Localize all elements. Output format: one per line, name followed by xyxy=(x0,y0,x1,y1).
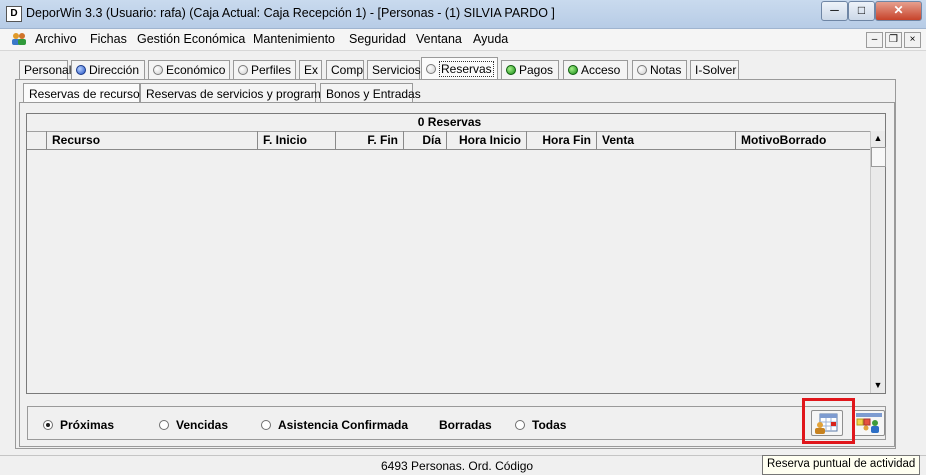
minimize-button[interactable]: ─ xyxy=(821,1,848,21)
column-header-motivo-borrado[interactable]: MotivoBorrado xyxy=(736,131,872,149)
reservations-grid[interactable]: 0 Reservas Recurso F. Inicio F. Fin Día … xyxy=(26,113,886,394)
tab-pagos[interactable]: Pagos xyxy=(501,60,559,79)
column-header-f-inicio[interactable]: F. Inicio xyxy=(258,131,336,149)
scroll-up-icon[interactable]: ▲ xyxy=(871,131,885,146)
scroll-down-icon[interactable]: ▼ xyxy=(871,378,885,393)
menu-mantenimiento[interactable]: Mantenimiento xyxy=(253,32,335,46)
close-icon: ✕ xyxy=(893,3,904,17)
tab-comp[interactable]: Comp xyxy=(326,60,364,79)
tab-acceso[interactable]: Acceso xyxy=(563,60,628,79)
tab-ex[interactable]: Ex xyxy=(299,60,322,79)
menu-fichas[interactable]: Fichas xyxy=(90,32,127,46)
column-header-hora-fin[interactable]: Hora Fin xyxy=(527,131,597,149)
menu-ventana[interactable]: Ventana xyxy=(416,32,462,46)
vertical-scrollbar[interactable]: ▲ ▼ xyxy=(870,131,886,393)
status-dot-icon xyxy=(76,65,86,75)
subtab-bonos-entradas[interactable]: Bonos y Entradas xyxy=(320,83,421,103)
menu-gestion-economica[interactable]: Gestión Económica xyxy=(137,32,245,46)
tooltip: Reserva puntual de actividad xyxy=(762,455,921,475)
radio-icon xyxy=(515,420,525,430)
tab-i-solver[interactable]: I-Solver xyxy=(690,60,739,79)
column-header-recurso[interactable]: Recurso xyxy=(47,131,258,149)
minimize-icon: ─ xyxy=(830,3,839,17)
column-header-f-fin[interactable]: F. Fin xyxy=(336,131,404,149)
status-text: 6493 Personas. Ord. Código xyxy=(381,459,534,473)
title-bar: D DeporWin 3.3 (Usuario: rafa) (Caja Act… xyxy=(0,0,926,29)
radio-todas[interactable]: Todas xyxy=(515,418,566,432)
status-dot-icon xyxy=(153,65,163,75)
menu-bar: Archivo Fichas Gestión Económica Manteni… xyxy=(0,29,926,51)
radio-icon xyxy=(159,420,169,430)
scroll-thumb[interactable] xyxy=(871,147,886,167)
radio-icon xyxy=(261,420,271,430)
mdi-close-button[interactable]: × xyxy=(904,32,921,48)
tab-economico[interactable]: Económico xyxy=(148,60,230,79)
people-icon[interactable] xyxy=(11,32,27,46)
status-dot-icon xyxy=(426,64,436,74)
app-icon[interactable]: D xyxy=(6,6,22,22)
tab-personal[interactable]: Personal xyxy=(19,60,71,79)
status-dot-icon xyxy=(568,65,578,75)
tab-reservas[interactable]: Reservas xyxy=(421,57,498,80)
status-dot-icon xyxy=(637,65,647,75)
filter-group: Próximas Vencidas Asistencia Confirmada … xyxy=(27,406,886,440)
tab-servicios[interactable]: Servicios xyxy=(367,60,421,79)
radio-proximas[interactable]: Próximas xyxy=(43,418,114,432)
column-header-venta[interactable]: Venta xyxy=(597,131,736,149)
subtab-reservas-recursos[interactable]: Reservas de recursos xyxy=(23,83,146,103)
grid-title: 0 Reservas xyxy=(27,114,872,132)
window-title: DeporWin 3.3 (Usuario: rafa) (Caja Actua… xyxy=(26,6,555,20)
mdi-minimize-button[interactable]: – xyxy=(866,32,883,48)
column-header-dia[interactable]: Día xyxy=(404,131,447,149)
subtab-reservas-servicios[interactable]: Reservas de servicios y programas xyxy=(140,83,333,103)
status-dot-icon xyxy=(238,65,248,75)
mdi-restore-button[interactable]: ❐ xyxy=(885,32,902,48)
maximize-icon: □ xyxy=(857,3,866,17)
reserva-periodica-button[interactable] xyxy=(853,410,885,436)
tab-direccion[interactable]: Dirección xyxy=(71,60,145,79)
menu-seguridad[interactable]: Seguridad xyxy=(349,32,406,46)
grid-header: Recurso F. Inicio F. Fin Día Hora Inicio… xyxy=(27,131,872,150)
calendar-people-icon xyxy=(856,413,882,433)
tab-perfiles[interactable]: Perfiles xyxy=(233,60,296,79)
menu-ayuda[interactable]: Ayuda xyxy=(473,32,508,46)
tab-notas[interactable]: Notas xyxy=(632,60,687,79)
maximize-button[interactable]: □ xyxy=(848,1,875,21)
menu-archivo[interactable]: Archivo xyxy=(35,32,77,46)
radio-vencidas[interactable]: Vencidas xyxy=(159,418,228,432)
label-borradas[interactable]: Borradas xyxy=(439,418,492,432)
radio-selected-icon xyxy=(43,420,53,430)
highlight-box xyxy=(802,398,855,444)
column-header-hora-inicio[interactable]: Hora Inicio xyxy=(447,131,527,149)
radio-asistencia-confirmada[interactable]: Asistencia Confirmada xyxy=(261,418,408,432)
status-dot-icon xyxy=(506,65,516,75)
close-button[interactable]: ✕ xyxy=(875,1,922,21)
